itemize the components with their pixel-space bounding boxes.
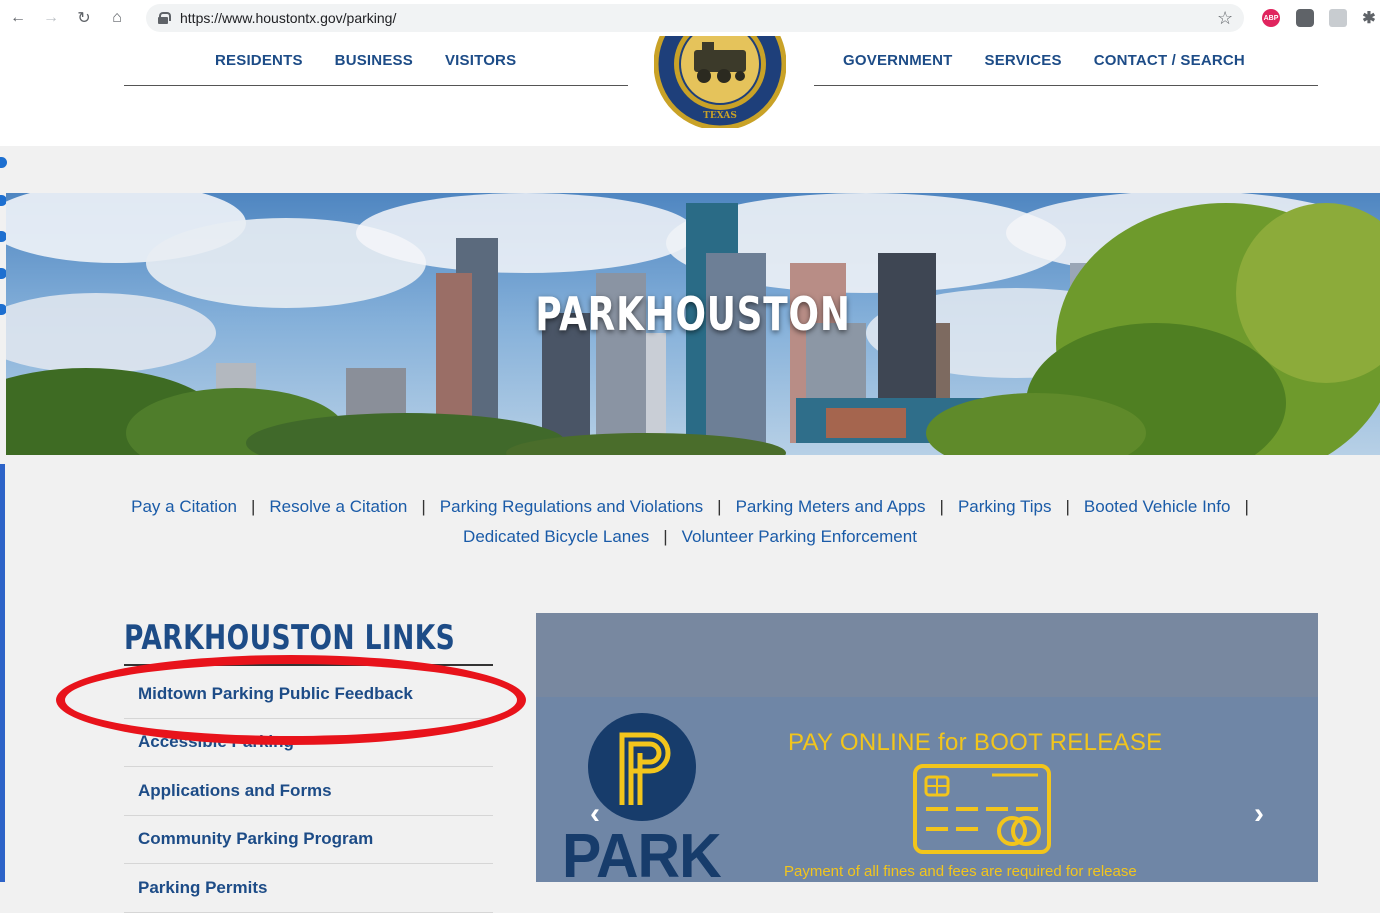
sidebar-links: Midtown Parking Public Feedback Accessib… [124,670,493,913]
carousel-caption: Payment of all fines and fees are requir… [784,863,1137,880]
forward-arrow-icon[interactable]: → [39,6,63,30]
sidebar-item-accessible-parking[interactable]: Accessible Parking [124,719,493,767]
sidebar-item-applications-forms[interactable]: Applications and Forms [124,767,493,816]
nav-contact-search[interactable]: CONTACT / SEARCH [1094,52,1245,69]
extension-cast-icon[interactable] [1296,9,1314,27]
separator: | [1244,497,1249,516]
home-icon[interactable]: ⌂ [105,6,129,30]
link-parking-meters[interactable]: Parking Meters and Apps [736,497,926,516]
sidebar-title: PARKHOUSTON LINKS [124,618,456,658]
carousel-next-arrow[interactable]: › [1244,797,1274,830]
carousel-heading: PAY ONLINE for BOOT RELEASE [788,729,1163,756]
nav-government[interactable]: GOVERNMENT [843,52,953,69]
carousel-prev-arrow[interactable]: ‹ [580,797,610,830]
nav-residents[interactable]: RESIDENTS [215,52,303,69]
link-booted-vehicle[interactable]: Booted Vehicle Info [1084,497,1231,516]
back-arrow-icon[interactable]: ← [6,6,30,30]
park-logo-text: PARK [562,822,722,882]
quick-links-row-2: Dedicated Bicycle Lanes | Volunteer Parkin… [0,522,1380,552]
city-seal-logo[interactable]: TEXAS [654,28,786,128]
quick-links-row-1: Pay a Citation | Resolve a Citation | Parkin… [0,492,1380,522]
link-parking-regulations[interactable]: Parking Regulations and Violations [440,497,703,516]
url-text: https://www.houstontx.gov/parking/ [180,10,397,26]
adblock-plus-icon[interactable]: ABP [1262,9,1280,27]
primary-nav-right: GOVERNMENT SERVICES CONTACT / SEARCH [843,52,1245,69]
link-resolve-citation[interactable]: Resolve a Citation [269,497,407,516]
nav-visitors[interactable]: VISITORS [445,52,516,69]
nav-business[interactable]: BUSINESS [335,52,413,69]
quick-links: Pay a Citation | Resolve a Citation | Parkin… [0,492,1380,552]
sidebar-item-parking-permits[interactable]: Parking Permits [124,864,493,913]
separator: | [421,497,426,516]
primary-nav-left: RESIDENTS BUSINESS VISITORS [215,52,516,69]
seal-text: TEXAS [703,111,737,121]
sidebar-title-rule [124,664,493,666]
sidebar-item-community-parking[interactable]: Community Parking Program [124,816,493,864]
separator: | [939,497,944,516]
separator: | [717,497,722,516]
lock-icon [158,12,171,24]
bookmark-star-icon[interactable]: ☆ [1217,8,1233,29]
separator: | [250,497,256,516]
separator: | [1065,497,1070,516]
extension-translate-icon[interactable] [1329,9,1347,27]
nav-services[interactable]: SERVICES [985,52,1062,69]
separator: | [663,527,668,546]
reload-icon[interactable]: ↻ [72,6,96,30]
link-volunteer-enforcement[interactable]: Volunteer Parking Enforcement [682,527,917,546]
nav-divider-right [814,85,1318,86]
promo-carousel: PARK ‹ › PAY ONLINE for BOOT RELEASE Pay… [536,613,1318,882]
link-pay-citation[interactable]: Pay a Citation [131,497,237,516]
extensions-puzzle-icon[interactable]: ✱ [1360,9,1378,27]
link-bicycle-lanes[interactable]: Dedicated Bicycle Lanes [463,527,649,546]
bullet-marker [0,157,7,168]
sidebar-item-midtown-feedback[interactable]: Midtown Parking Public Feedback [124,670,493,719]
link-parking-tips[interactable]: Parking Tips [958,497,1052,516]
carousel-top-band [536,613,1318,697]
nav-divider-left [124,85,628,86]
hero-banner: PARKHOUSTON [6,193,1380,455]
banner-title: PARKHOUSTON [535,287,851,341]
credit-card-icon [913,764,1051,854]
site-header: RESIDENTS BUSINESS VISITORS TEXAS GOVERN… [0,36,1380,146]
